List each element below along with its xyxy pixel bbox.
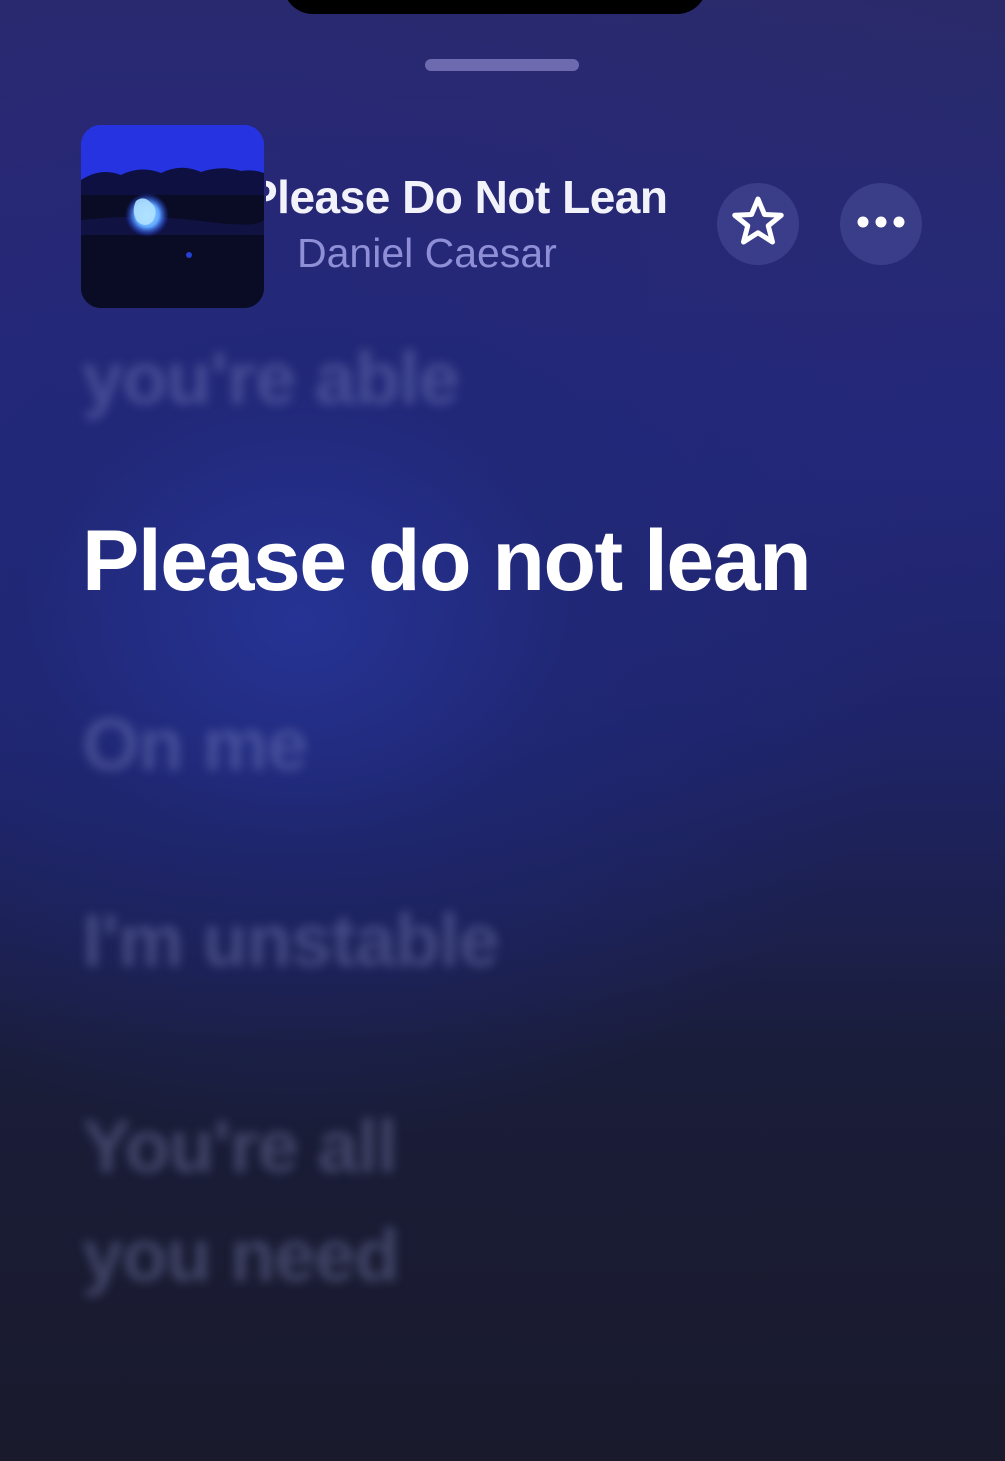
- sheet-grabber[interactable]: [425, 59, 579, 71]
- lyric-line-next-1[interactable]: On me: [82, 702, 308, 787]
- song-title: Please Do Not Lean: [266, 171, 668, 223]
- lyric-line-previous[interactable]: you're able: [82, 336, 460, 421]
- more-options-button[interactable]: [840, 183, 922, 265]
- lyric-line-current[interactable]: Please do not lean: [82, 512, 812, 611]
- lyrics-screen: Please Do Not Lean Daniel Caesar you're …: [0, 0, 1005, 1461]
- song-title-marquee: Please Do Not Lean: [266, 168, 696, 228]
- lyric-line-next-3[interactable]: You're all: [82, 1104, 398, 1189]
- lyric-line-next-2[interactable]: I'm unstable: [82, 898, 500, 983]
- album-artwork[interactable]: [81, 125, 264, 308]
- ellipsis-icon: [856, 215, 906, 234]
- device-notch: [283, 0, 707, 14]
- star-outline-icon: [728, 192, 788, 257]
- lyric-line-next-4[interactable]: you need: [82, 1213, 400, 1298]
- artist-name[interactable]: Daniel Caesar: [297, 230, 557, 277]
- favorite-button[interactable]: [717, 183, 799, 265]
